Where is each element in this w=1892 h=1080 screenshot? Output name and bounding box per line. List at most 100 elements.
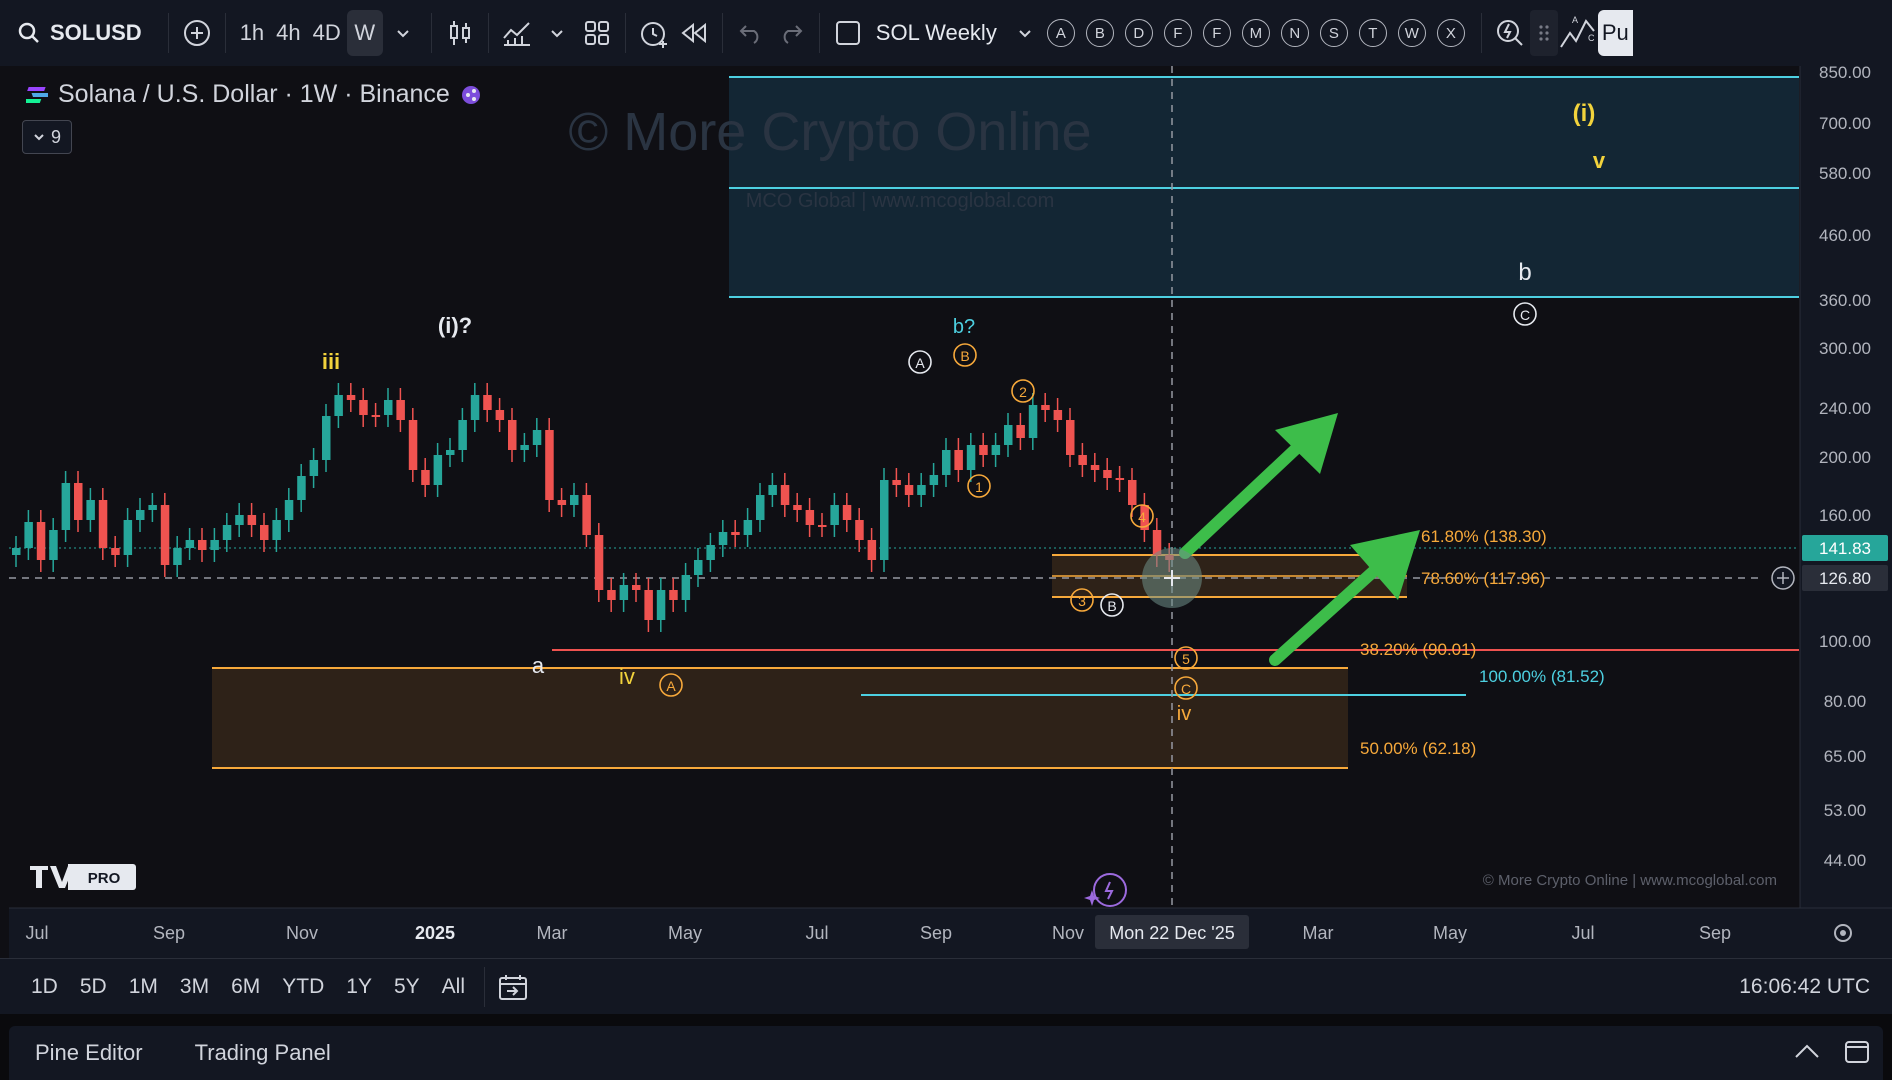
- bottom-panel-bar: Pine Editor Trading Panel: [0, 1014, 1892, 1080]
- wave-label-b-question: b?: [953, 316, 975, 338]
- candle-body: [198, 540, 207, 550]
- candle-body: [36, 522, 46, 560]
- candle-body: [408, 420, 418, 470]
- candle-body: [929, 475, 939, 485]
- share-icon[interactable]: [460, 84, 482, 106]
- candle-body: [1028, 405, 1038, 438]
- toolbar-divider: [1480, 13, 1482, 53]
- interval-4h-button[interactable]: 4h: [270, 10, 306, 56]
- letter-button-s[interactable]: S: [1319, 19, 1348, 47]
- bottom-panel-tabs: Pine Editor Trading Panel: [9, 1026, 1883, 1080]
- range-1m-button[interactable]: 1M: [118, 975, 169, 999]
- letter-button-a[interactable]: A: [1046, 19, 1075, 47]
- chevron-up-icon[interactable]: [1793, 1042, 1821, 1062]
- letter-button-f2[interactable]: F: [1202, 19, 1231, 47]
- candle-body: [855, 520, 864, 540]
- candle-body: [396, 400, 405, 420]
- interval-4d-button[interactable]: 4D: [307, 10, 347, 56]
- letter-button-w[interactable]: W: [1397, 19, 1426, 47]
- symbol-search-button[interactable]: SOLUSD: [0, 0, 160, 66]
- candles-icon: [449, 21, 470, 45]
- candle-body: [718, 532, 728, 545]
- indicators-dropdown-button[interactable]: [537, 10, 577, 56]
- indicators-collapse-button[interactable]: 9: [22, 120, 72, 154]
- letter-button-f[interactable]: F: [1163, 19, 1192, 47]
- letter-button-n[interactable]: N: [1280, 19, 1309, 47]
- candle-body: [359, 400, 368, 415]
- time-axis-label: Sep: [1699, 923, 1731, 943]
- candle-body: [433, 455, 443, 485]
- chart-type-button[interactable]: [440, 10, 480, 56]
- letter-button-m[interactable]: M: [1241, 19, 1270, 47]
- time-axis-label: Jul: [1571, 923, 1594, 943]
- tab-pine-editor[interactable]: Pine Editor: [9, 1040, 169, 1066]
- candle-body: [917, 485, 926, 495]
- range-5y-button[interactable]: 5Y: [383, 975, 431, 999]
- wave-label-a: a: [532, 653, 545, 678]
- fib-50-label: 50.00% (62.18): [1360, 739, 1476, 758]
- time-axis-label: Jul: [25, 923, 48, 943]
- time-axis-label: Nov: [1052, 923, 1084, 943]
- drag-handle[interactable]: [1529, 10, 1558, 56]
- range-3m-button[interactable]: 3M: [169, 975, 220, 999]
- candle-body: [793, 505, 802, 510]
- candle-body: [557, 500, 567, 505]
- candle-body: [532, 430, 542, 445]
- layout-name[interactable]: SOL Weekly: [868, 20, 1005, 46]
- candle-body: [743, 520, 753, 535]
- candle-body: [508, 420, 517, 450]
- interval-w-button[interactable]: W: [346, 10, 383, 56]
- compare-symbol-button[interactable]: [177, 10, 217, 56]
- replay-button[interactable]: [674, 10, 714, 56]
- tradingview-logo: PRO: [28, 864, 136, 890]
- range-6m-button[interactable]: 6M: [220, 975, 271, 999]
- time-axis-label: Nov: [286, 923, 318, 943]
- layout-button[interactable]: [828, 10, 868, 56]
- candle-body: [1115, 478, 1125, 480]
- candle-body: [235, 515, 244, 525]
- range-5d-button[interactable]: 5D: [69, 975, 118, 999]
- chart-legend[interactable]: Solana / U.S. Dollar · 1W · Binance: [26, 80, 482, 109]
- svg-text:4: 4: [1138, 509, 1146, 525]
- goto-date-button[interactable]: [493, 964, 533, 1010]
- range-ytd-button[interactable]: YTD: [271, 975, 335, 999]
- elliott-wave-tool-button[interactable]: AC: [1558, 10, 1598, 56]
- templates-button[interactable]: [577, 10, 617, 56]
- candle-body: [371, 415, 381, 417]
- add-alert-plus-button[interactable]: [1771, 566, 1795, 590]
- maximize-panel-icon[interactable]: [1843, 1038, 1871, 1066]
- svg-text:1: 1: [975, 479, 983, 495]
- range-all-button[interactable]: All: [431, 975, 476, 999]
- letter-button-b[interactable]: B: [1085, 19, 1114, 47]
- candle-body: [421, 470, 430, 485]
- candle-body: [111, 548, 120, 555]
- time-axis-label: May: [1433, 923, 1467, 943]
- indicators-button[interactable]: [497, 10, 537, 56]
- candle-body: [656, 590, 666, 620]
- svg-text:C: C: [1181, 681, 1191, 697]
- price-chart[interactable]: © More Crypto Online MCO Global | www.mc…: [0, 66, 1892, 958]
- candle-body: [520, 445, 529, 450]
- range-1y-button[interactable]: 1Y: [335, 975, 383, 999]
- letter-button-d[interactable]: D: [1124, 19, 1153, 47]
- letter-button-t[interactable]: T: [1358, 19, 1387, 47]
- toolbar-divider: [224, 13, 226, 53]
- candle-body: [818, 525, 827, 527]
- quick-search-button[interactable]: [1490, 10, 1530, 56]
- publish-button[interactable]: Pu: [1597, 10, 1633, 56]
- tab-trading-panel[interactable]: Trading Panel: [169, 1040, 357, 1066]
- candle-body: [966, 445, 976, 470]
- toolbar-divider: [721, 13, 723, 53]
- interval-dropdown-button[interactable]: [383, 10, 423, 56]
- undo-button[interactable]: [731, 10, 771, 56]
- letter-button-x[interactable]: X: [1436, 19, 1465, 47]
- redo-button[interactable]: [771, 10, 811, 56]
- interval-1h-button[interactable]: 1h: [234, 10, 270, 56]
- utc-clock[interactable]: 16:06:42 UTC: [1739, 975, 1870, 999]
- alert-button[interactable]: [634, 10, 674, 56]
- candle-body: [669, 590, 678, 600]
- calendar-arrow-icon: [499, 975, 527, 1000]
- layout-dropdown-button[interactable]: [1005, 10, 1045, 56]
- range-1d-button[interactable]: 1D: [20, 975, 69, 999]
- lightning-search-icon: [1496, 20, 1523, 46]
